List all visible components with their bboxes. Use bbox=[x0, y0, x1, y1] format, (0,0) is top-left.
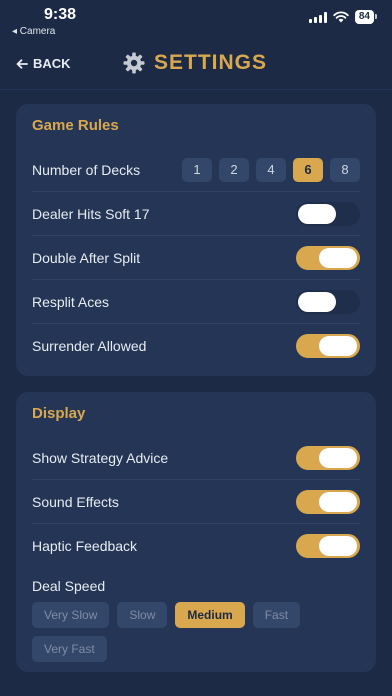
status-time: 9:38 bbox=[44, 6, 77, 23]
status-back-to-app[interactable]: ◂ Camera bbox=[12, 26, 55, 37]
double-after-split-row: Double After Split bbox=[32, 236, 360, 280]
toggle-knob bbox=[319, 336, 357, 356]
deck-count-selector: 1 2 4 6 8 bbox=[182, 157, 360, 182]
dealer-hits-soft-17-label: Dealer Hits Soft 17 bbox=[32, 205, 150, 222]
haptic-feedback-label: Haptic Feedback bbox=[32, 538, 138, 554]
resplit-aces-row: Resplit Aces bbox=[32, 280, 360, 324]
arrow-left-icon bbox=[16, 58, 28, 69]
wifi-icon bbox=[333, 11, 349, 23]
sound-effects-label: Sound Effects bbox=[32, 493, 119, 510]
show-strategy-advice-label: Show Strategy Advice bbox=[32, 449, 169, 466]
sound-effects-row: Sound Effects bbox=[32, 480, 360, 524]
back-button[interactable]: BACK bbox=[16, 56, 71, 71]
surrender-allowed-toggle[interactable] bbox=[296, 334, 360, 358]
surrender-allowed-label: Surrender Allowed bbox=[32, 338, 147, 354]
deck-option-6[interactable]: 6 bbox=[293, 157, 323, 182]
toggle-knob bbox=[298, 291, 336, 312]
status-bar: 9:38 ◂ Camera 84 bbox=[0, 0, 392, 40]
toggle-knob bbox=[319, 491, 357, 512]
header: BACK SETTINGS bbox=[0, 40, 392, 90]
number-of-decks-row: Number of Decks 1 2 4 6 8 bbox=[32, 148, 360, 192]
page-title: SETTINGS bbox=[122, 51, 267, 75]
show-strategy-advice-row: Show Strategy Advice bbox=[32, 436, 360, 480]
display-card: Display Show Strategy Advice Sound Effec… bbox=[16, 392, 376, 672]
dealer-hits-soft-17-row: Dealer Hits Soft 17 bbox=[32, 192, 360, 236]
haptic-feedback-toggle[interactable] bbox=[296, 534, 360, 558]
toggle-knob bbox=[298, 203, 336, 224]
deal-speed-selector: Very Slow Slow Medium Fast Very Fast bbox=[32, 600, 360, 662]
dealer-hits-soft-17-toggle[interactable] bbox=[296, 201, 360, 226]
haptic-feedback-row: Haptic Feedback bbox=[32, 524, 360, 568]
display-title: Display bbox=[32, 405, 86, 422]
surrender-allowed-row: Surrender Allowed bbox=[32, 324, 360, 368]
deck-option-2[interactable]: 2 bbox=[219, 157, 249, 182]
battery-icon: 84 bbox=[354, 10, 378, 24]
speed-option-very-slow[interactable]: Very Slow bbox=[32, 602, 110, 628]
sound-effects-toggle[interactable] bbox=[296, 489, 360, 514]
toggle-knob bbox=[319, 536, 357, 556]
game-rules-title: Game Rules bbox=[32, 117, 119, 134]
speed-option-fast[interactable]: Fast bbox=[252, 602, 301, 628]
resplit-aces-label: Resplit Aces bbox=[32, 293, 110, 310]
status-icons: 84 bbox=[308, 10, 378, 24]
speed-option-very-fast[interactable]: Very Fast bbox=[32, 636, 107, 662]
deck-option-4[interactable]: 4 bbox=[256, 157, 286, 182]
toggle-knob bbox=[319, 447, 357, 468]
speed-option-slow[interactable]: Slow bbox=[117, 602, 168, 628]
deal-speed-label: Deal Speed bbox=[32, 578, 106, 594]
back-label: BACK bbox=[33, 56, 71, 71]
deck-option-1[interactable]: 1 bbox=[182, 157, 212, 182]
show-strategy-advice-toggle[interactable] bbox=[296, 445, 360, 470]
speed-option-medium[interactable]: Medium bbox=[175, 602, 245, 628]
deck-option-8[interactable]: 8 bbox=[330, 157, 360, 182]
page-title-text: SETTINGS bbox=[154, 51, 268, 74]
number-of-decks-label: Number of Decks bbox=[32, 161, 141, 178]
toggle-knob bbox=[319, 247, 357, 268]
resplit-aces-toggle[interactable] bbox=[296, 289, 360, 314]
game-rules-card: Game Rules Number of Decks 1 2 4 6 8 Dea… bbox=[16, 104, 376, 376]
gear-icon bbox=[123, 52, 145, 74]
double-after-split-toggle[interactable] bbox=[296, 245, 360, 270]
cellular-signal-icon bbox=[308, 11, 327, 23]
double-after-split-label: Double After Split bbox=[32, 249, 141, 266]
